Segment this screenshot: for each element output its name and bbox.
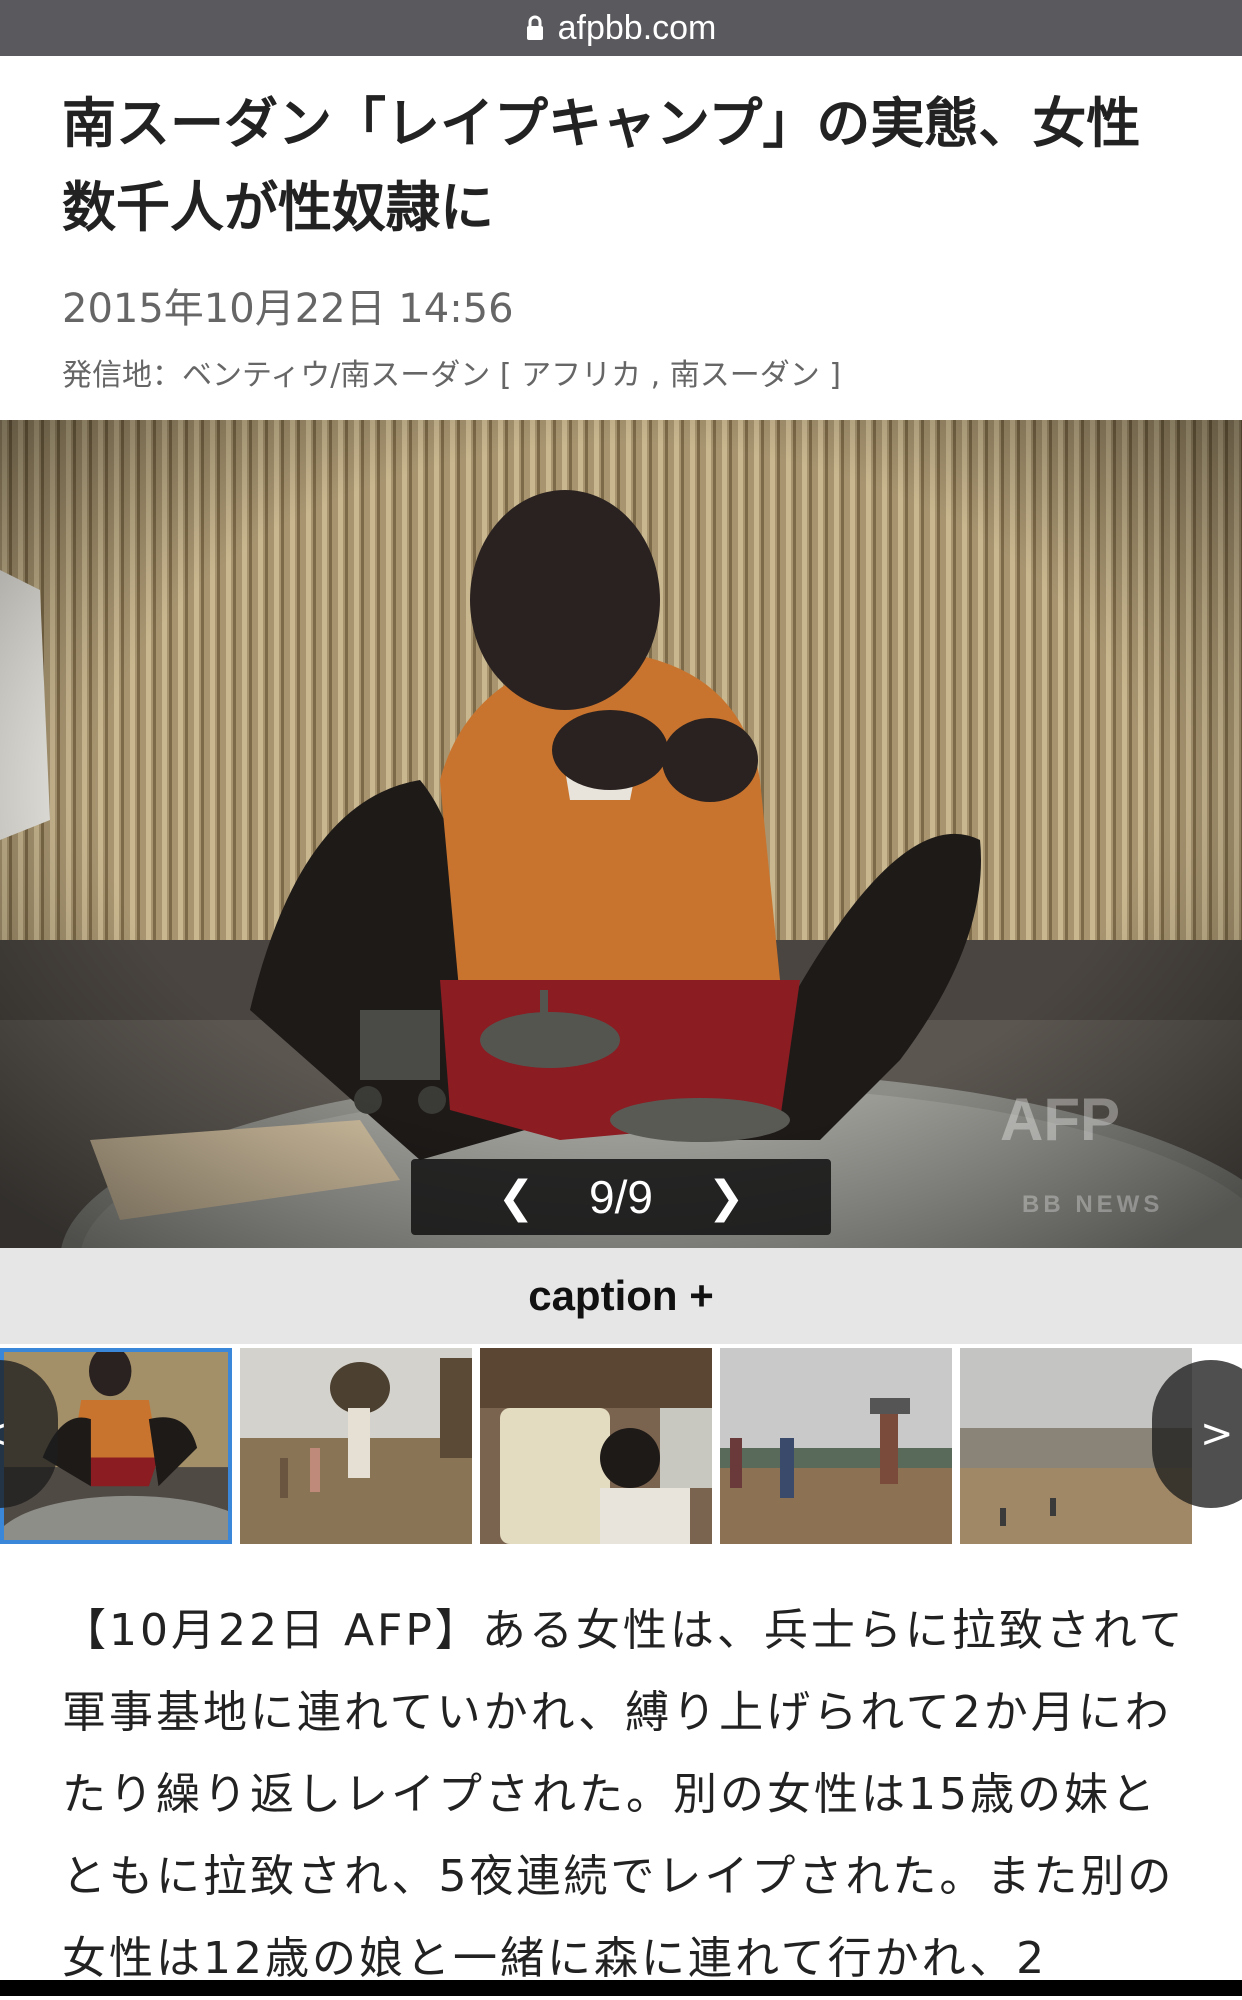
article-origin: 発信地：ベンティウ/南スーダン [ アフリカ , 南スーダン ]: [62, 358, 841, 393]
thumbnail-4[interactable]: [720, 1348, 952, 1544]
thumbnail-3[interactable]: [480, 1348, 712, 1544]
url-text: afpbb.com: [557, 8, 717, 47]
address-bar[interactable]: afpbb.com: [0, 0, 1242, 56]
lock-icon: [526, 15, 543, 40]
article-date: 2015年10月22日 14:56: [62, 286, 514, 332]
thumbnail-next-icon: >: [1200, 1411, 1234, 1457]
thumbnail-2[interactable]: [240, 1348, 472, 1544]
photo-counter: 9/9: [589, 1171, 653, 1223]
prev-photo-button[interactable]: ❮: [471, 1172, 561, 1223]
thumbnail-prev-icon: <: [0, 1411, 8, 1457]
thumbnail-next-button[interactable]: >: [1152, 1360, 1242, 1508]
main-photo[interactable]: AFP BB NEWS: [0, 420, 1242, 1248]
watermark-logo: AFP: [1000, 1086, 1120, 1153]
photo-image: AFP BB NEWS: [0, 420, 1242, 1248]
watermark-sub: BB NEWS: [1022, 1191, 1163, 1218]
gallery-pager: ❮ 9/9 ❯: [411, 1159, 831, 1235]
thumbnail-strip: [0, 1344, 1242, 1548]
bottom-bar: [0, 1980, 1242, 1996]
next-photo-button[interactable]: ❯: [681, 1172, 771, 1223]
article-body: 【10月22日 AFP】ある女性は、兵士らに拉致されて軍事基地に連れていかれ、縛…: [62, 1605, 1186, 1984]
article-title: 南スーダン「レイプキャンプ」の実態、女性数千人が性奴隷に: [62, 92, 1141, 239]
caption-toggle[interactable]: caption +: [0, 1248, 1242, 1344]
